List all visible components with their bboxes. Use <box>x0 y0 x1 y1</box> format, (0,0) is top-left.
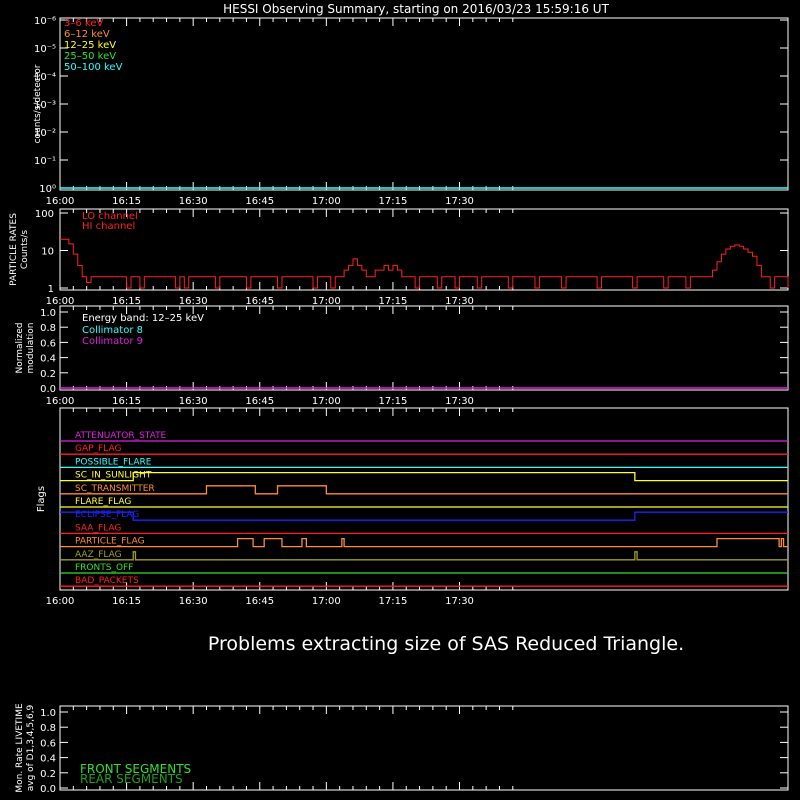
p4-xtick-label: 17:00 <box>312 596 341 607</box>
p2-xtick-label: 16:45 <box>245 296 274 307</box>
p1-xtick-label: 16:45 <box>245 196 274 207</box>
p5-ytick-label: 0.6 <box>40 738 56 749</box>
p4-xtick-label: 17:30 <box>445 596 474 607</box>
p5-ytick-label: 0.8 <box>40 723 56 734</box>
p4-frame <box>59 407 789 591</box>
p1-xtick-label: 16:30 <box>179 196 208 207</box>
p3-energy-band: Energy band: 12–25 keV <box>82 313 204 324</box>
p1-legend-entry: 12–25 keV <box>64 40 116 51</box>
p1-xtick-label: 16:00 <box>46 196 75 207</box>
p4-ylabel: Flags <box>36 486 47 512</box>
flag-label: PARTICLE_FLAG <box>75 537 145 547</box>
p3-xtick-label: 16:30 <box>179 396 208 407</box>
p1-ylabel-line: counts/s/detector <box>33 64 43 143</box>
p3-ylabel-line: Normalized <box>15 322 25 373</box>
sas-message: Problems extracting size of SAS Reduced … <box>208 633 684 655</box>
p2-ylabel: PARTICLE RATESCounts/s <box>9 213 30 286</box>
p1-legend-entry: 6–12 keV <box>64 29 110 40</box>
flag-label: POSSIBLE_FLARE <box>75 457 152 467</box>
p5-ytick-label: 0.2 <box>40 769 56 780</box>
p2-xtick-label: 16:15 <box>112 296 141 307</box>
livetime-panel: 1.0 0.8 0.6 0.4 0.2 0.0 Mon. Rate LIVETIMEavg … <box>15 703 789 795</box>
particle-rates-panel: 100 10 116:00 16:15 16:30 16:45 17:00 17:15 17:3… <box>9 208 789 307</box>
p1-legend-entry: 3–6 keV <box>64 18 103 29</box>
flag-label: GAP_FLAG <box>75 444 121 454</box>
p1-ytick-label: 10⁻⁶ <box>34 16 56 27</box>
p1-legend-entry: 50–100 keV <box>64 62 123 73</box>
flag-label: AAZ_FLAG <box>75 550 122 560</box>
p1-xtick-label: 16:15 <box>112 196 141 207</box>
p2-frame <box>59 208 789 291</box>
p4-xtick-label: 16:00 <box>46 596 75 607</box>
flag-label: FLARE_FLAG <box>75 497 131 507</box>
flag-line <box>60 511 788 521</box>
p2-ylabel-line: Counts/s <box>20 230 30 269</box>
p2-xtick-label: 16:30 <box>179 296 208 307</box>
p3-ylabel: Normalizedmodulation <box>15 322 36 373</box>
p1-frame <box>59 17 789 191</box>
p5-ytick-label: 0.4 <box>40 754 56 765</box>
p1-xtick-label: 17:00 <box>312 196 341 207</box>
flag-line <box>60 471 788 482</box>
p3-xtick-label: 17:30 <box>445 396 474 407</box>
p5-ytick-label: 1.0 <box>40 708 56 719</box>
p2-xtick-label: 17:00 <box>312 296 341 307</box>
p5-ylabel: Mon. Rate LIVETIMEavg of D1,3,4,5,6,9 <box>15 703 36 793</box>
p5-ylabel-line: avg of D1,3,4,5,6,9 <box>26 704 36 791</box>
p1-ytick-label: 10⁻⁵ <box>34 44 56 55</box>
p3-ylabel-line: modulation <box>26 323 36 374</box>
p3-xtick-label: 16:00 <box>46 396 75 407</box>
p4-xtick-label: 16:30 <box>179 596 208 607</box>
p2-ytick-label: 1 <box>48 284 54 295</box>
p3-xtick-label: 17:00 <box>312 396 341 407</box>
p3-xtick-label: 16:15 <box>112 396 141 407</box>
p2-xtick-label: 16:00 <box>46 296 75 307</box>
p2-ytick-label: 100 <box>35 209 54 220</box>
p2-ytick-label: 10 <box>41 247 54 258</box>
p3-ytick-label: 0.0 <box>40 384 56 395</box>
flag-label: FRONTS_OFF <box>75 563 133 573</box>
p3-ytick-label: 0.6 <box>40 338 56 349</box>
p4-xtick-label: 16:15 <box>112 596 141 607</box>
p2-legend-entry: HI channel <box>82 221 135 232</box>
p1-ytick-label: 10⁰ <box>39 184 56 195</box>
p5-legend-entry: REAR SEGMENTS <box>80 772 183 786</box>
p1-xtick-label: 17:15 <box>379 196 408 207</box>
p1-ytick-label: 10⁻¹ <box>34 156 56 167</box>
flag-label: SC_TRANSMITTER <box>75 484 155 494</box>
p4-xtick-label: 16:45 <box>245 596 274 607</box>
p1-legend-entry: 25–50 keV <box>64 51 116 62</box>
p3-legend-entry: Collimator 8 <box>82 325 143 336</box>
p3-ytick-label: 0.8 <box>40 323 56 334</box>
modulation-panel: 1.0 0.8 0.6 0.4 0.2 0.016:00 16:15 16:30 16:45 17… <box>15 305 789 407</box>
flags-panel: 16:00 16:15 16:30 16:45 17:00 17:15 17:30 Flags… <box>36 407 789 607</box>
p3-ytick-label: 0.4 <box>40 354 56 365</box>
p2-lo-channel-series <box>60 238 789 289</box>
p3-ytick-label: 1.0 <box>40 308 56 319</box>
flag-line <box>60 537 788 548</box>
count-rates-panel: 10⁰10⁻¹10⁻²10⁻³10⁻⁴10⁻⁵10⁻⁶16:00 16:15 16:… <box>33 16 789 207</box>
flag-line <box>60 485 788 495</box>
p2-xtick-label: 17:15 <box>379 296 408 307</box>
p4-xtick-label: 17:15 <box>379 596 408 607</box>
flag-label: SAA_FLAG <box>75 523 121 533</box>
p2-xtick-label: 17:30 <box>445 296 474 307</box>
flag-label: ATTENUATOR_STATE <box>75 431 167 441</box>
p3-legend-entry: Collimator 9 <box>82 336 143 347</box>
p2-ylabel-line: PARTICLE RATES <box>9 213 19 286</box>
p1-xtick-label: 17:30 <box>445 196 474 207</box>
flag-line <box>60 551 788 561</box>
p3-ytick-label: 0.2 <box>40 369 56 380</box>
p5-ylabel-line: Mon. Rate LIVETIME <box>15 703 25 793</box>
p1-ylabel: counts/s/detector <box>33 64 43 143</box>
p3-xtick-label: 16:45 <box>245 396 274 407</box>
p5-ytick-label: 0.0 <box>40 784 56 795</box>
flag-label: BAD_PACKETS <box>75 576 139 586</box>
summary-figure: HESSI Observing Summary, starting on 201… <box>9 2 789 795</box>
figure-title: HESSI Observing Summary, starting on 201… <box>223 2 609 16</box>
p3-xtick-label: 17:15 <box>379 396 408 407</box>
